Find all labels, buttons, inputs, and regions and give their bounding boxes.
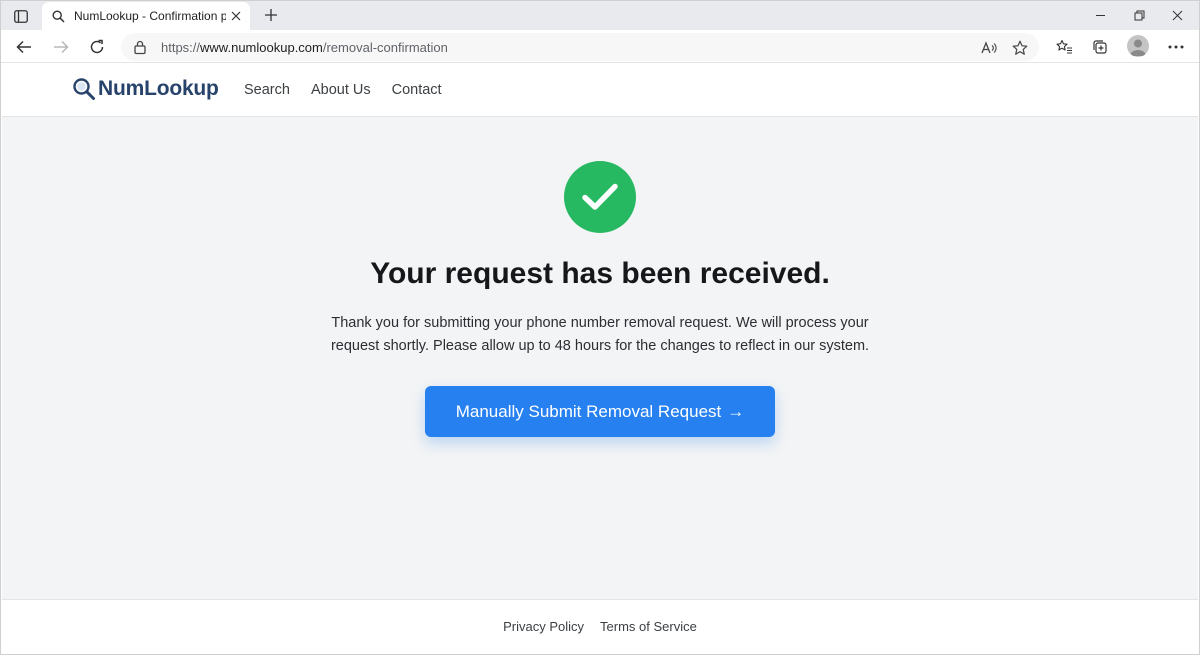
address-bar[interactable]: https://www.numlookup.com/removal-confir… — [121, 33, 1039, 61]
magnifier-logo-icon — [73, 78, 95, 100]
tab-actions-icon[interactable] — [10, 6, 32, 26]
more-options-icon[interactable] — [1164, 35, 1188, 59]
brand-name: NumLookup — [98, 77, 219, 100]
browser-tab[interactable]: NumLookup - Confirmation pag — [42, 2, 250, 30]
url-prefix: https:// — [161, 40, 201, 55]
site-logo[interactable]: NumLookup — [72, 77, 219, 101]
read-aloud-icon[interactable] — [978, 37, 1000, 59]
site-nav: Search About Us Contact — [244, 82, 463, 98]
site-footer: Privacy Policy Terms of Service — [2, 599, 1198, 653]
site-header: NumLookup Search About Us Contact — [2, 64, 1198, 117]
close-window-icon[interactable] — [1160, 4, 1194, 26]
url-path: /removal-confirmation — [322, 40, 448, 55]
message-line-2: request shortly. Please allow up to 48 h… — [330, 338, 870, 354]
favorites-icon[interactable] — [1052, 35, 1076, 59]
url-text: https://www.numlookup.com/removal-confir… — [161, 40, 448, 55]
manual-submit-removal-button[interactable]: Manually Submit Removal Request → — [425, 386, 775, 437]
cta-label: Manually Submit Removal Request — [455, 401, 722, 421]
confirmation-section: Your request has been received. Thank yo… — [2, 117, 1198, 599]
minimize-icon[interactable] — [1083, 4, 1117, 26]
restore-icon[interactable] — [1122, 4, 1156, 26]
favorite-star-icon[interactable] — [1009, 37, 1031, 59]
refresh-icon[interactable] — [85, 35, 109, 59]
nav-link-contact[interactable]: Contact — [392, 82, 442, 98]
tab-title: NumLookup - Confirmation pag — [74, 9, 226, 23]
browser-tab-bar: NumLookup - Confirmation pag — [0, 0, 1200, 30]
back-arrow-icon[interactable] — [12, 35, 36, 59]
nav-link-about-us[interactable]: About Us — [311, 82, 371, 98]
nav-link-search[interactable]: Search — [244, 82, 290, 98]
url-host: www.numlookup.com — [200, 40, 323, 55]
confirmation-message: Thank you for submitting your phone numb… — [300, 312, 900, 358]
web-page: NumLookup Search About Us Contact Your r… — [2, 64, 1198, 653]
collections-icon[interactable] — [1088, 35, 1112, 59]
footer-link-privacy-policy[interactable]: Privacy Policy — [503, 619, 584, 634]
message-line-1: Thank you for submitting your phone numb… — [331, 315, 869, 331]
footer-link-terms-of-service[interactable]: Terms of Service — [600, 619, 697, 634]
lock-icon[interactable] — [133, 39, 149, 55]
success-check-icon — [564, 161, 636, 233]
confirmation-headline: Your request has been received. — [370, 257, 830, 290]
browser-toolbar: https://www.numlookup.com/removal-confir… — [0, 30, 1200, 63]
profile-avatar[interactable] — [1127, 35, 1149, 57]
forward-arrow-icon[interactable] — [49, 35, 73, 59]
arrow-right-icon: → — [727, 401, 745, 421]
close-tab-icon[interactable] — [228, 8, 244, 24]
new-tab-icon[interactable] — [260, 4, 282, 26]
search-favicon-icon — [52, 9, 65, 23]
